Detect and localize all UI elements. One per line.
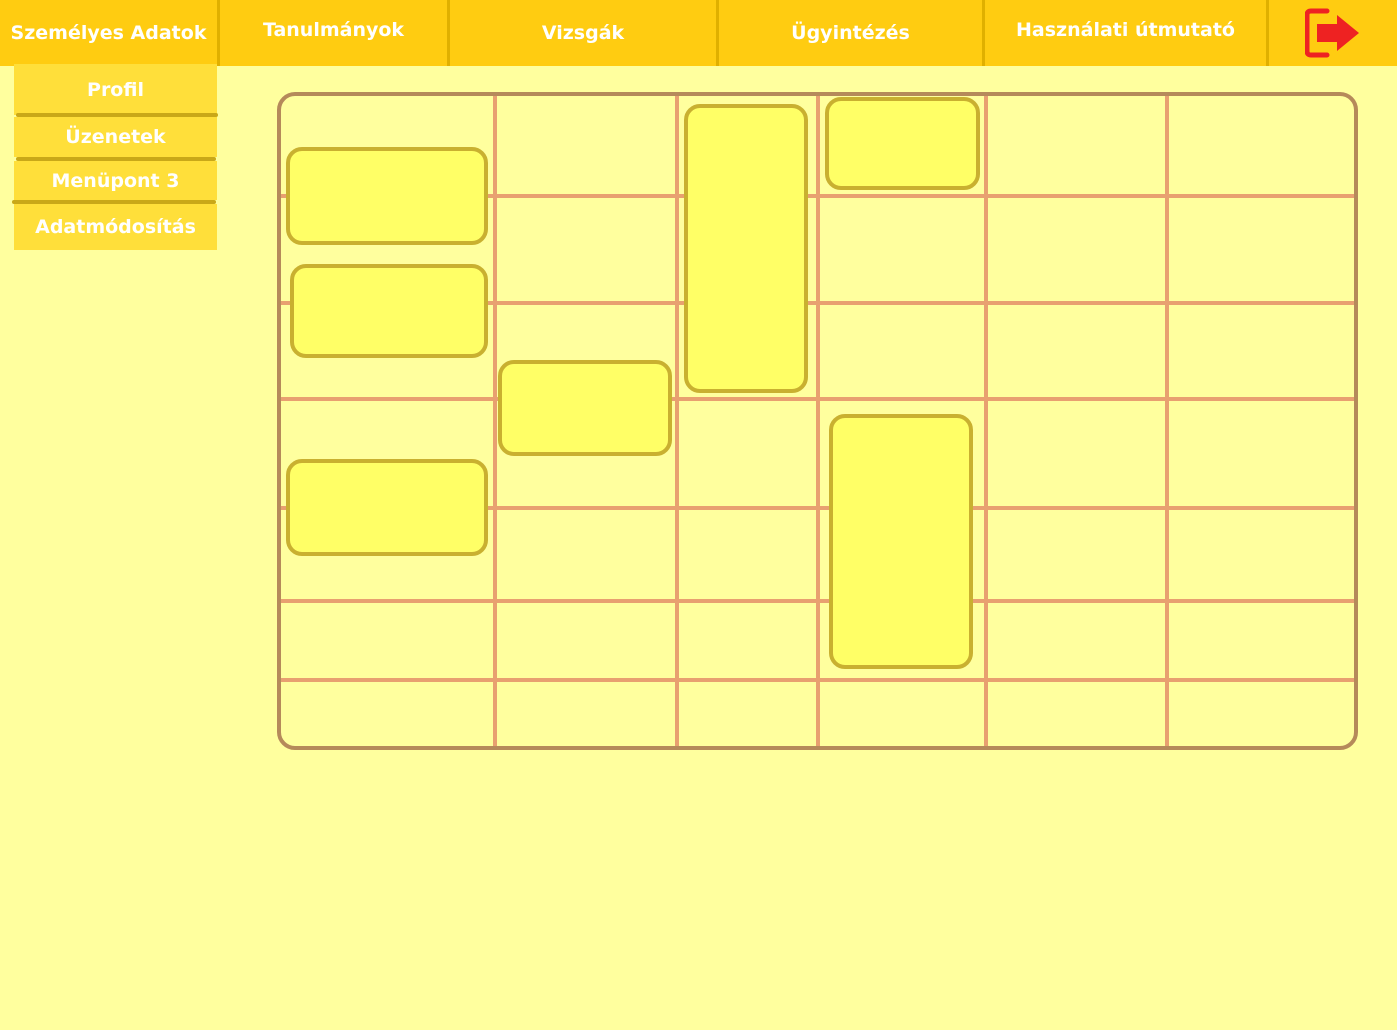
timetable-events	[286, 97, 980, 669]
timetable-event[interactable]	[286, 147, 488, 245]
timetable-event[interactable]	[825, 97, 980, 190]
timetable-event[interactable]	[829, 414, 973, 669]
timetable-event[interactable]	[498, 360, 672, 456]
timetable-grid	[277, 92, 1358, 750]
timetable-event[interactable]	[684, 104, 808, 393]
timetable-event[interactable]	[286, 459, 488, 556]
timetable-event[interactable]	[290, 264, 488, 358]
